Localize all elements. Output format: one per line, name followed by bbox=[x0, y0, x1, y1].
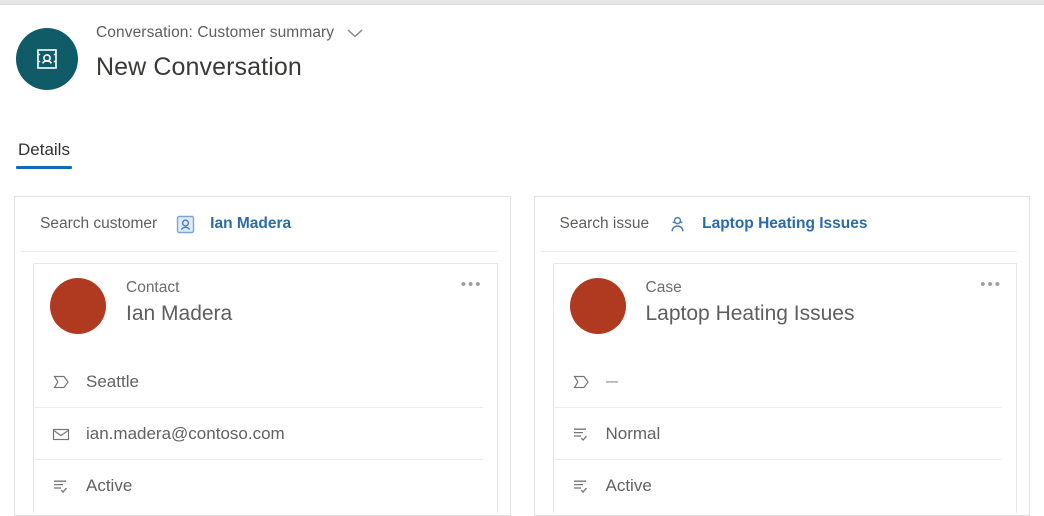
tag-icon bbox=[570, 374, 592, 390]
search-customer-value[interactable]: Ian Madera bbox=[210, 215, 291, 233]
detail-row-priority: Normal bbox=[553, 407, 1002, 459]
case-entity-card: Case Laptop Heating Issues ••• --- Norma… bbox=[552, 263, 1017, 513]
conversation-icon bbox=[16, 28, 78, 90]
search-customer-label: Search customer bbox=[40, 215, 158, 232]
case-detail-rows: --- Normal Active bbox=[553, 356, 1017, 511]
detail-row-location: Seattle bbox=[34, 356, 483, 407]
entity-type-label: Case bbox=[645, 279, 682, 296]
detail-row-status: Active bbox=[553, 459, 1002, 511]
header-subtitle: Conversation: Customer summary bbox=[96, 24, 335, 41]
top-strip bbox=[0, 0, 1044, 5]
page-header: Conversation: Customer summary New Conve… bbox=[16, 22, 364, 90]
entity-type-label: Contact bbox=[126, 279, 180, 296]
case-entity-labels: Case Laptop Heating Issues bbox=[646, 278, 855, 327]
entity-name-label: Ian Madera bbox=[126, 302, 233, 325]
search-issue-value[interactable]: Laptop Heating Issues bbox=[702, 215, 867, 233]
status-list-icon bbox=[50, 478, 72, 494]
contact-detail-rows: Seattle ian.madera@contoso.com Active bbox=[34, 356, 497, 511]
avatar bbox=[50, 278, 106, 334]
avatar bbox=[569, 278, 626, 334]
detail-row-location: --- bbox=[554, 356, 1003, 407]
detail-value-status: Active bbox=[605, 475, 652, 495]
case-entity-header: Case Laptop Heating Issues ••• bbox=[554, 264, 1017, 334]
contact-card-icon bbox=[175, 214, 196, 235]
envelope-icon bbox=[50, 427, 72, 441]
header-subtitle-row[interactable]: Conversation: Customer summary bbox=[96, 22, 364, 44]
contact-entity-card: Contact Ian Madera ••• Seattle ian.mader… bbox=[33, 263, 498, 513]
tag-icon bbox=[50, 374, 72, 390]
search-customer-row: Search customer Ian Madera bbox=[21, 197, 498, 252]
page-title: New Conversation bbox=[96, 53, 302, 81]
overflow-menu-icon[interactable]: ••• bbox=[461, 277, 483, 292]
status-list-icon bbox=[570, 478, 592, 494]
chevron-down-icon[interactable] bbox=[346, 27, 364, 39]
detail-value-location: --- bbox=[605, 373, 619, 390]
search-issue-row: Search issue Laptop Heating Issues bbox=[540, 197, 1017, 252]
detail-value-location: Seattle bbox=[86, 371, 139, 391]
overflow-menu-icon[interactable]: ••• bbox=[980, 277, 1002, 292]
detail-value-priority: Normal bbox=[605, 423, 661, 443]
contact-entity-labels: Contact Ian Madera bbox=[126, 278, 232, 327]
detail-value-email: ian.madera@contoso.com bbox=[86, 423, 285, 443]
detail-row-email: ian.madera@contoso.com bbox=[34, 407, 483, 459]
entity-name-label: Laptop Heating Issues bbox=[645, 302, 855, 325]
tab-bar: Details bbox=[16, 140, 72, 169]
tab-details-label: Details bbox=[18, 140, 70, 159]
cards-container: Search customer Ian Madera Contact Ian M… bbox=[14, 196, 1030, 516]
detail-value-status: Active bbox=[86, 475, 133, 495]
contact-entity-header: Contact Ian Madera ••• bbox=[34, 264, 497, 334]
search-issue-label: Search issue bbox=[559, 215, 650, 232]
detail-row-status: Active bbox=[34, 459, 483, 511]
tab-details[interactable]: Details bbox=[16, 140, 72, 169]
header-text-block: Conversation: Customer summary New Conve… bbox=[96, 22, 364, 82]
case-person-icon bbox=[667, 214, 688, 235]
status-list-icon bbox=[570, 426, 592, 442]
issue-summary-card: Search issue Laptop Heating Issues Case … bbox=[533, 196, 1030, 516]
customer-summary-card: Search customer Ian Madera Contact Ian M… bbox=[14, 196, 511, 516]
